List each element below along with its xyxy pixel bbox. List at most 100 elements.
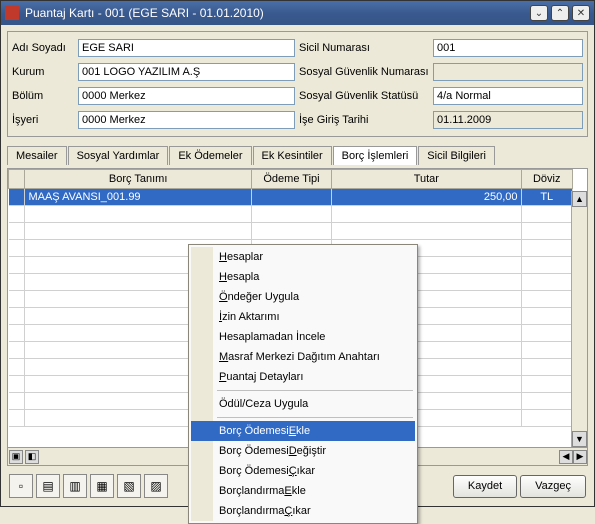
cell[interactable] <box>25 223 251 240</box>
cell[interactable] <box>521 206 573 223</box>
cell[interactable] <box>9 257 25 274</box>
cell[interactable] <box>521 359 573 376</box>
cell[interactable] <box>9 274 25 291</box>
tab-ek-odemeler[interactable]: Ek Ödemeler <box>169 146 251 165</box>
cell[interactable] <box>9 359 25 376</box>
cell[interactable]: TL <box>521 189 573 206</box>
nav-prev-icon[interactable]: ◧ <box>25 450 39 464</box>
app-icon <box>5 6 19 20</box>
tool-paste-icon[interactable]: ▦ <box>90 474 114 498</box>
hscroll-right-icon[interactable]: ▶ <box>573 450 587 464</box>
col-tutar[interactable]: Tutar <box>332 170 521 189</box>
label-bolum: Bölüm <box>12 90 74 102</box>
cell[interactable] <box>9 291 25 308</box>
input-ad-soyadi[interactable] <box>78 39 295 57</box>
label-sicil-no: Sicil Numarası <box>299 42 429 54</box>
input-ise-giris[interactable] <box>433 111 583 129</box>
input-bolum[interactable] <box>78 87 295 105</box>
cell[interactable] <box>521 257 573 274</box>
cell[interactable] <box>251 206 331 223</box>
cell[interactable] <box>332 206 521 223</box>
cell[interactable]: 250,00 <box>332 189 521 206</box>
cell[interactable] <box>9 393 25 410</box>
menu-item[interactable]: Hesaplamadan İncele <box>191 327 415 347</box>
cell[interactable] <box>521 342 573 359</box>
label-ise-giris: İşe Giriş Tarihi <box>299 114 429 126</box>
cell[interactable] <box>332 223 521 240</box>
tool-detail-icon[interactable]: ▤ <box>36 474 60 498</box>
window-title: Puantaj Kartı - 001 (EGE SARI - 01.01.20… <box>25 6 530 20</box>
cell[interactable] <box>9 189 25 206</box>
cell[interactable] <box>9 240 25 257</box>
tool-copy-icon[interactable]: ▥ <box>63 474 87 498</box>
table-row[interactable]: MAAŞ AVANSI_001.99 250,00TL <box>9 189 573 206</box>
menu-item[interactable]: İzin Aktarımı <box>191 307 415 327</box>
cancel-button[interactable]: Vazgeç <box>520 475 586 498</box>
cell[interactable] <box>251 223 331 240</box>
cell[interactable] <box>9 308 25 325</box>
nav-first-icon[interactable]: ▣ <box>9 450 23 464</box>
tab-ek-kesintiler[interactable]: Ek Kesintiler <box>253 146 332 165</box>
input-kurum[interactable] <box>78 63 295 81</box>
cell[interactable] <box>9 223 25 240</box>
menu-item[interactable]: Hesapla <box>191 267 415 287</box>
cell[interactable]: MAAŞ AVANSI_001.99 <box>25 189 251 206</box>
label-sgk-statu: Sosyal Güvenlik Statüsü <box>299 90 429 102</box>
cell[interactable] <box>521 325 573 342</box>
tool-print-icon[interactable]: ▨ <box>144 474 168 498</box>
menu-item[interactable]: Masraf Merkezi Dağıtım Anahtarı <box>191 347 415 367</box>
menu-item[interactable]: Öndeğer Uygula <box>191 287 415 307</box>
cell[interactable] <box>521 376 573 393</box>
tab-sosyal-yardimlar[interactable]: Sosyal Yardımlar <box>68 146 169 165</box>
menu-item[interactable]: Borçlandırma Ekle <box>191 481 415 501</box>
cell[interactable] <box>521 410 573 427</box>
cell[interactable] <box>521 240 573 257</box>
hscroll-left-icon[interactable]: ◀ <box>559 450 573 464</box>
table-row[interactable] <box>9 206 573 223</box>
cell[interactable] <box>251 189 331 206</box>
menu-item[interactable]: Borç Ödemesi Çıkar <box>191 461 415 481</box>
scroll-down-icon[interactable]: ▼ <box>572 431 587 447</box>
cell[interactable] <box>521 393 573 410</box>
context-menu[interactable]: HesaplarHesaplaÖndeğer Uygulaİzin Aktarı… <box>188 244 418 524</box>
input-sgk-no[interactable] <box>433 63 583 81</box>
input-isyeri[interactable] <box>78 111 295 129</box>
menu-separator <box>191 387 415 394</box>
menu-item[interactable]: Ödül/Ceza Uygula <box>191 394 415 414</box>
save-button[interactable]: Kaydet <box>453 475 517 498</box>
tab-borc-islemleri[interactable]: Borç İşlemleri <box>333 146 418 165</box>
menu-item[interactable]: Borç Ödemesi Ekle <box>191 421 415 441</box>
input-sgk-statu[interactable] <box>433 87 583 105</box>
close-button[interactable]: ✕ <box>572 5 590 21</box>
menu-item[interactable]: Borç Ödemesi Değiştir <box>191 441 415 461</box>
table-row[interactable] <box>9 223 573 240</box>
cell[interactable] <box>9 410 25 427</box>
minimize-button[interactable]: ⌄ <box>530 5 548 21</box>
label-kurum: Kurum <box>12 66 74 78</box>
col-doviz[interactable]: Döviz <box>521 170 573 189</box>
menu-item[interactable]: Hesaplar <box>191 247 415 267</box>
titlebar: Puantaj Kartı - 001 (EGE SARI - 01.01.20… <box>1 1 594 25</box>
cell[interactable] <box>521 223 573 240</box>
maximize-button[interactable]: ⌃ <box>551 5 569 21</box>
col-marker <box>9 170 25 189</box>
menu-item[interactable]: Puantaj Detayları <box>191 367 415 387</box>
col-tanim[interactable]: Borç Tanımı <box>25 170 251 189</box>
cell[interactable] <box>521 274 573 291</box>
scroll-up-icon[interactable]: ▲ <box>572 191 587 207</box>
cell[interactable] <box>521 308 573 325</box>
cell[interactable] <box>9 376 25 393</box>
col-odeme[interactable]: Ödeme Tipi <box>251 170 331 189</box>
tool-export-icon[interactable]: ▧ <box>117 474 141 498</box>
input-sicil-no[interactable] <box>433 39 583 57</box>
cell[interactable] <box>9 206 25 223</box>
grid-vscroll[interactable]: ▲ ▼ <box>571 191 587 447</box>
menu-item[interactable]: Borçlandırma Çıkar <box>191 501 415 521</box>
cell[interactable] <box>9 325 25 342</box>
tool-new-icon[interactable]: ▫ <box>9 474 33 498</box>
cell[interactable] <box>9 342 25 359</box>
cell[interactable] <box>521 291 573 308</box>
tab-sicil-bilgileri[interactable]: Sicil Bilgileri <box>418 146 495 165</box>
cell[interactable] <box>25 206 251 223</box>
tab-mesailer[interactable]: Mesailer <box>7 146 67 165</box>
